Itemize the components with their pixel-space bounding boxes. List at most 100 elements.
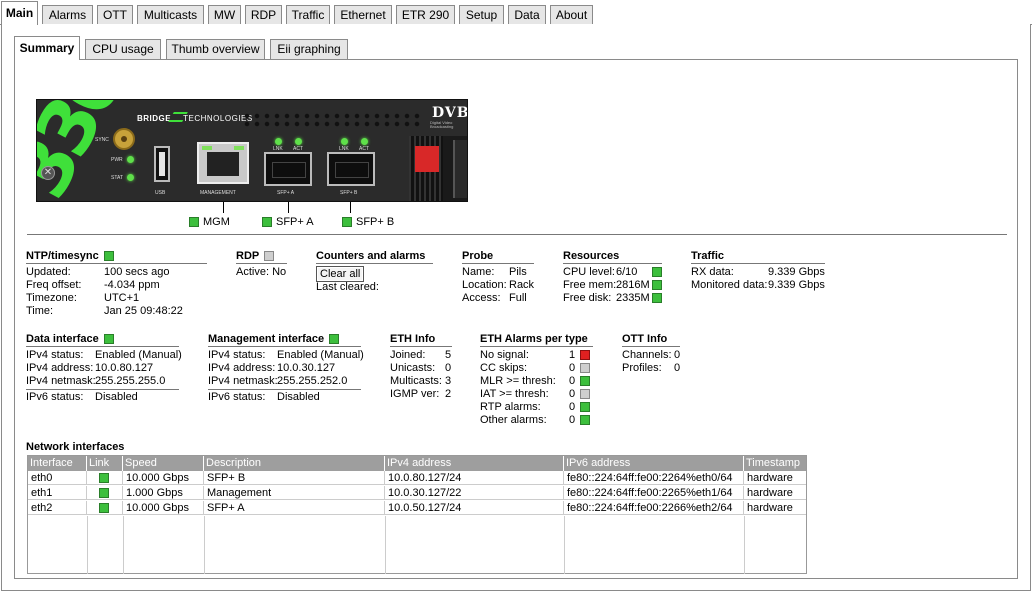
tab-ott[interactable]: OTT [97, 5, 133, 24]
eth-info-row: Unicasts: 0 [390, 362, 452, 375]
eth-info-value: 2 [445, 388, 452, 400]
section-separator [26, 389, 179, 390]
tab-ethernet[interactable]: Ethernet [334, 5, 392, 24]
cell-interface: eth2 [28, 501, 87, 515]
ntp-title: NTP/timesync [26, 250, 99, 262]
tab-data[interactable]: Data [508, 5, 546, 24]
column-header[interactable]: IPv4 address [385, 456, 564, 471]
mem-status-indicator [652, 280, 662, 290]
eth-alarm-label: IAT >= thresh: [480, 388, 549, 400]
eth-info-row: IGMP ver: 2 [390, 388, 452, 401]
led-sfp-a-act-icon [295, 138, 302, 145]
traffic-label: RX data: [691, 266, 734, 278]
port-status-sfp-b: SFP+ B [342, 216, 394, 228]
column-header[interactable]: IPv6 address [564, 456, 744, 471]
led-label-pwr: PWR [111, 157, 123, 163]
cell-timestamp: hardware [747, 472, 793, 484]
ott-info-heading: OTT Info [622, 332, 680, 347]
tab-rdp[interactable]: RDP [245, 5, 282, 24]
device-front-panel: 330 ✕ BRIDGE TECHNOLOGIES DVB Digital Vid… [36, 99, 468, 202]
table-row[interactable]: eth2 10.000 Gbps SFP+ A 10.0.50.127/24 f… [28, 501, 806, 515]
tab-multicasts[interactable]: Multicasts [137, 5, 204, 24]
tab-setup[interactable]: Setup [459, 5, 504, 24]
eth-alarm-row: MLR >= thresh: 0 [480, 375, 593, 388]
resources-title: Resources [563, 250, 620, 262]
tab-about[interactable]: About [550, 5, 593, 24]
column-divider [744, 516, 745, 574]
port-status-label: SFP+ B [356, 216, 395, 228]
ntp-label: Freq offset: [26, 279, 82, 291]
cell-speed: 10.000 Gbps [123, 501, 204, 515]
port-status-label: SFP+ A [276, 216, 314, 228]
data-if-value: Disabled [95, 391, 138, 403]
data-if-label: IPv6 status: [26, 391, 84, 403]
eth-alarms-heading: ETH Alarms per type [480, 332, 593, 347]
table-row[interactable]: eth1 1.000 Gbps Management 10.0.30.127/2… [28, 486, 806, 500]
eth-alarm-label: CC skips: [480, 362, 528, 374]
section-separator [208, 389, 361, 390]
data-if-row: IPv4 address: 10.0.80.127 [26, 362, 179, 375]
subtab-eii-graphing[interactable]: Eii graphing [270, 39, 348, 59]
no-signal-status-indicator [580, 350, 590, 360]
data-if-label: IPv4 address: [26, 362, 94, 374]
mgmt-if-value: 255.255.252.0 [277, 375, 348, 387]
tab-alarms[interactable]: Alarms [42, 5, 93, 24]
column-header[interactable]: Speed [123, 456, 204, 471]
link-status-indicator [99, 503, 109, 513]
cell-description: Management [204, 486, 385, 500]
resources-label: CPU level: [563, 266, 615, 278]
port-label-sfp-b: SFP+ B [340, 190, 358, 196]
cell-ipv6: fe80::224:64ff:fe00:2265%eth1/64 [564, 486, 744, 500]
subtab-thumb-overview[interactable]: Thumb overview [166, 39, 265, 59]
traffic-heading: Traffic [691, 249, 825, 264]
table-row[interactable]: eth0 10.000 Gbps SFP+ B 10.0.80.127/24 f… [28, 471, 806, 485]
ntp-label: Timezone: [26, 292, 77, 304]
status-indicator [262, 217, 272, 227]
subtab-summary[interactable]: Summary [14, 36, 80, 60]
data-if-row: IPv4 netmask: 255.255.255.0 [26, 375, 179, 388]
subtab-cpu-usage[interactable]: CPU usage [85, 39, 161, 59]
clear-all-button[interactable]: Clear all [316, 266, 365, 282]
resources-heading: Resources [563, 249, 662, 264]
traffic-row: RX data: 9.339 Gbps [691, 266, 825, 279]
column-header[interactable]: Link [87, 456, 123, 471]
disk-status-indicator [652, 293, 662, 303]
tab-traffic[interactable]: Traffic [286, 5, 330, 24]
ntp-row: Time: Jan 25 09:48:22 [26, 305, 207, 318]
column-header[interactable]: Description [204, 456, 385, 471]
traffic-label: Monitored data: [691, 279, 768, 291]
eth-info-label: Multicasts: [390, 375, 442, 387]
ntp-row: Timezone: UTC+1 [26, 292, 207, 305]
column-header[interactable]: Interface [28, 456, 87, 471]
mgmt-if-row: IPv4 address: 10.0.30.127 [208, 362, 361, 375]
column-divider [123, 516, 124, 574]
data-if-ipv6-row: IPv6 status: Disabled [26, 391, 179, 404]
eth-alarms-section: ETH Alarms per type No signal: 1 CC skips… [480, 332, 593, 427]
column-header[interactable]: Timestamp [744, 456, 806, 471]
tab-main[interactable]: Main [1, 1, 38, 25]
section-divider [27, 234, 1007, 235]
link-status-indicator [99, 473, 109, 483]
ott-info-title: OTT Info [622, 333, 668, 345]
status-indicator [342, 217, 352, 227]
tab-etr290[interactable]: ETR 290 [396, 5, 455, 24]
tab-mw[interactable]: MW [208, 5, 241, 24]
eth-alarm-label: MLR >= thresh: [480, 375, 556, 387]
eth-info-label: IGMP ver: [390, 388, 440, 400]
traffic-section: Traffic RX data: 9.339 Gbps Monitored dat… [691, 249, 825, 292]
eth-alarm-value: 0 [569, 375, 576, 387]
screw-icon: ✕ [41, 166, 55, 180]
usb-port-icon [154, 146, 170, 182]
data-interface-heading: Data interface [26, 332, 179, 347]
ott-info-label: Channels: [622, 349, 672, 361]
data-if-value: 255.255.255.0 [95, 375, 166, 387]
column-divider [385, 516, 386, 574]
probe-value: Pils [509, 266, 527, 278]
resources-value: 2335M [616, 292, 650, 304]
cell-ipv6: fe80::224:64ff:fe00:2264%eth0/64 [564, 471, 744, 485]
eth-alarm-value: 0 [569, 401, 576, 413]
management-interface-section: Management interface IPv4 status: Enabled… [208, 332, 364, 404]
counters-heading: Counters and alarms [316, 249, 433, 264]
sma-connector-icon [113, 128, 135, 150]
eth-alarm-row: No signal: 1 [480, 349, 593, 362]
